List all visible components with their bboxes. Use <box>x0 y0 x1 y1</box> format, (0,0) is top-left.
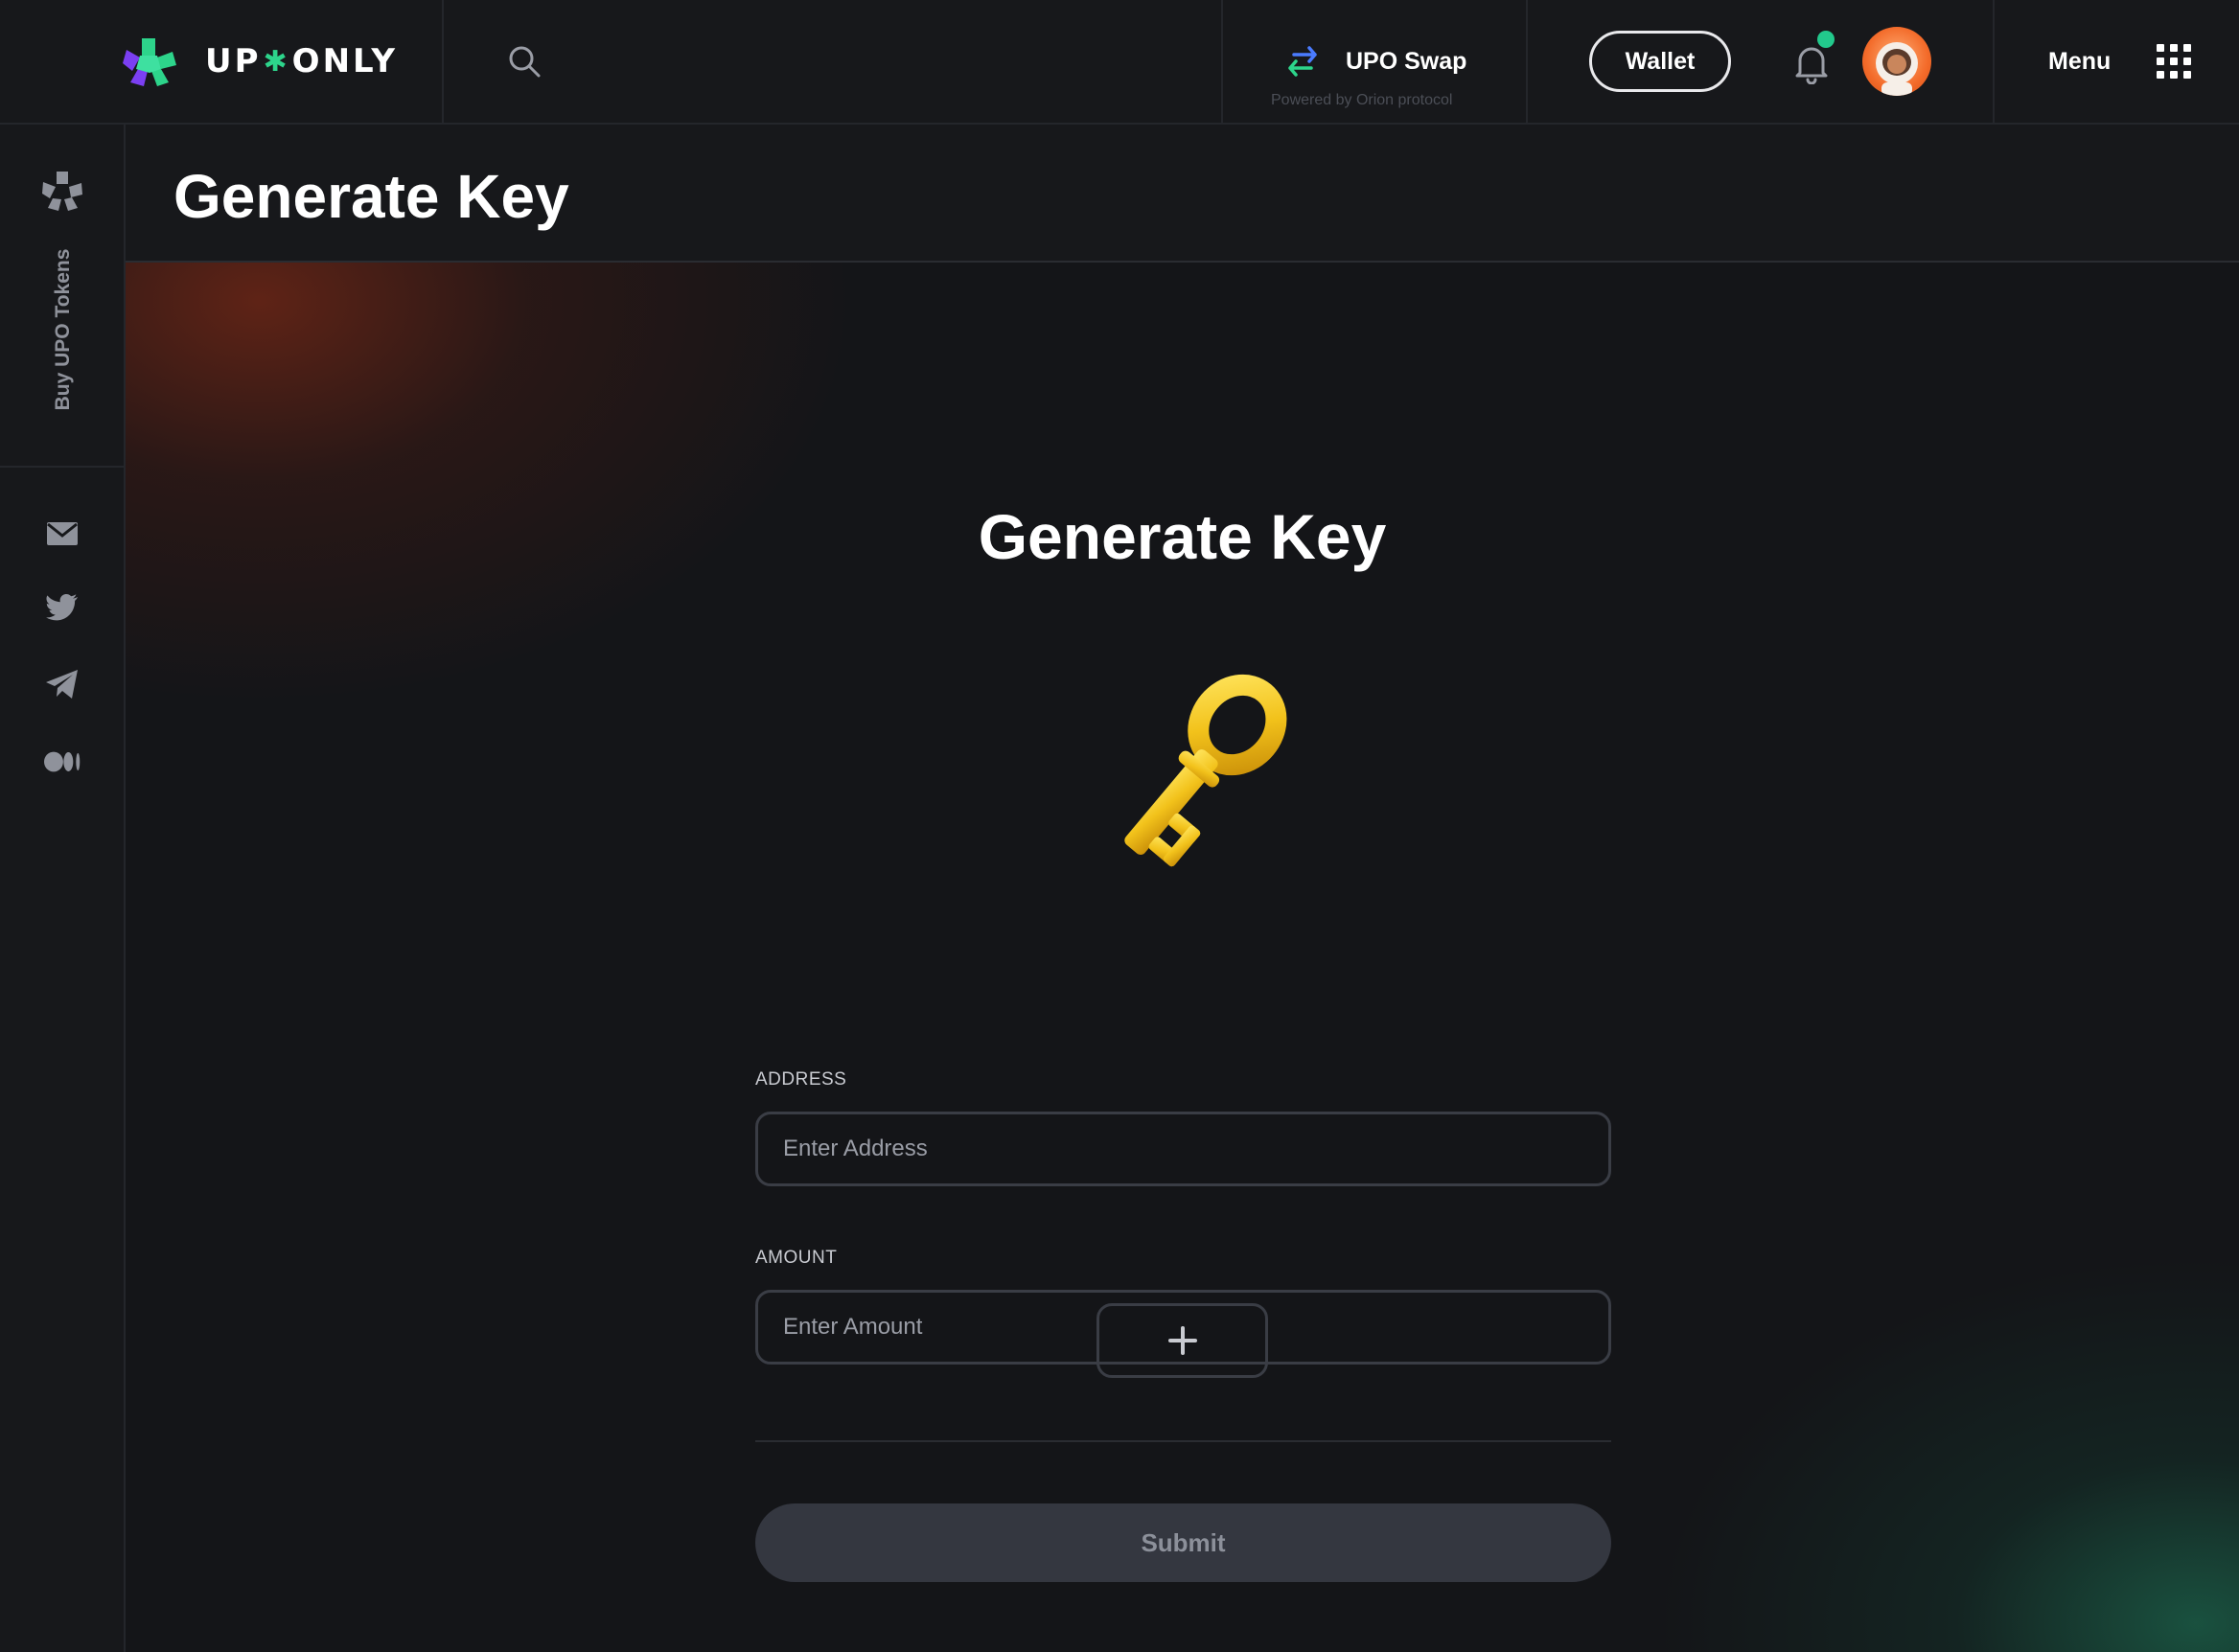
telegram-icon[interactable] <box>44 666 81 702</box>
form-divider <box>755 1440 1611 1442</box>
mail-icon[interactable] <box>44 516 81 552</box>
wallet-button[interactable]: Wallet <box>1589 31 1731 92</box>
address-label: ADDRESS <box>755 1069 847 1090</box>
swap-text: UPO Swap <box>1346 48 1466 76</box>
generate-key-panel: Generate Key ADDRESS Enter Address AMOUN… <box>126 263 2239 1652</box>
form-title: Generate Key <box>978 501 1387 572</box>
plus-icon <box>1167 1326 1197 1355</box>
grid-menu-icon[interactable] <box>2157 44 2192 79</box>
amount-label: AMOUNT <box>755 1248 838 1268</box>
sidebar: Buy UPO Tokens <box>0 125 126 1652</box>
swap-title: UPO Swap <box>1346 47 1467 75</box>
main-area: Generate Key Generate Key ADDRESS Enter … <box>126 125 2239 1652</box>
add-row-button[interactable] <box>1096 1303 1268 1378</box>
swap-subtitle: Powered by Orion protocol <box>1271 92 1453 108</box>
logo-cell: UP ✱ ONLY <box>0 0 444 123</box>
notification-dot <box>1817 31 1835 48</box>
astronaut-avatar-icon <box>1876 42 1918 96</box>
medium-icon[interactable] <box>44 744 81 780</box>
menu-label: Menu <box>2048 47 2112 75</box>
upo-logo-icon[interactable] <box>123 36 176 86</box>
logo-wordmark[interactable]: UP ✱ ONLY <box>205 42 398 80</box>
menu-cell[interactable]: Menu <box>1995 0 2239 123</box>
golden-key-icon <box>1124 674 1287 867</box>
buy-upo-tokens-label: Buy UPO Tokens <box>52 248 74 411</box>
upo-swap-link[interactable]: UPO Swap Powered by Orion protocol <box>1223 0 1528 123</box>
top-bar: UP ✱ ONLY UPO Swap Powered by Orion prot… <box>0 0 2239 125</box>
page-title: Generate Key <box>173 162 569 231</box>
submit-button[interactable]: Submit <box>755 1503 1611 1582</box>
page-header: Generate Key <box>126 125 2239 263</box>
bell-icon[interactable] <box>1792 42 1831 84</box>
logo-text-left: UP <box>205 42 262 80</box>
logo-star: ✱ <box>263 44 290 79</box>
upo-star-icon <box>42 172 82 211</box>
avatar[interactable] <box>1862 27 1931 96</box>
search-cell <box>444 0 1223 123</box>
actions-cell: Wallet <box>1528 0 1995 123</box>
twitter-icon[interactable] <box>44 589 81 626</box>
swap-arrows-icon <box>1288 46 1317 77</box>
buy-upo-section[interactable]: Buy UPO Tokens <box>0 125 124 468</box>
logo-text-right: ONLY <box>291 42 399 80</box>
address-input[interactable] <box>755 1112 1611 1186</box>
search-icon[interactable] <box>507 44 542 79</box>
app-root: UP ✱ ONLY UPO Swap Powered by Orion prot… <box>0 0 2239 1652</box>
